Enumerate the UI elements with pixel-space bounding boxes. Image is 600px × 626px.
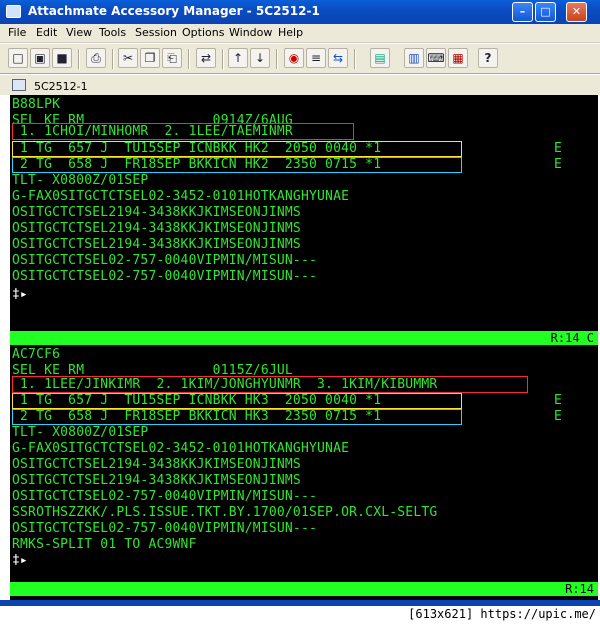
arrow-down-icon[interactable]: ↓ bbox=[250, 48, 270, 68]
terminal-line: B88LPK bbox=[12, 97, 61, 112]
terminal-line: OSITGCTCTSEL2194-3438KKJKIMSEONJINMS bbox=[12, 473, 301, 488]
minimize-button[interactable]: – bbox=[512, 2, 533, 22]
session-tab-bar: 5C2512-1 bbox=[0, 75, 600, 95]
menu-tools[interactable]: Tools bbox=[99, 26, 126, 39]
terminal-line: OSITGCTCTSEL2194-3438KKJKIMSEONJINMS bbox=[12, 457, 301, 472]
help-pointer-icon[interactable]: ? bbox=[478, 48, 498, 68]
terminal-flag: E bbox=[554, 157, 562, 172]
status-bar: R:14 C bbox=[10, 331, 598, 345]
connect-icon[interactable]: ⇄ bbox=[196, 48, 216, 68]
terminal-flag: E bbox=[554, 409, 562, 424]
row-column-indicator: R:14 C bbox=[550, 331, 594, 345]
terminal-flag: E bbox=[554, 393, 562, 408]
menu-help[interactable]: Help bbox=[278, 26, 303, 39]
notes-icon[interactable]: ▥ bbox=[404, 48, 424, 68]
print-icon[interactable]: ⎙ bbox=[86, 48, 106, 68]
stop-icon[interactable]: ◉ bbox=[284, 48, 304, 68]
terminal-line: 1 TG 657 J TU15SEP ICNBKK HK3 2050 0040 … bbox=[12, 393, 382, 408]
terminal-line: 2 TG 658 J FR18SEP BKKICN HK3 2350 0715 … bbox=[12, 409, 382, 424]
terminal-line: 1 TG 657 J TU15SEP ICNBKK HK2 2050 0040 … bbox=[12, 141, 382, 156]
window-title: Attachmate Accessory Manager - 5C2512-1 bbox=[28, 4, 320, 18]
terminal-line: OSITGCTCTSEL02-757-0040VIPMIN/MISUN--- bbox=[12, 269, 318, 284]
terminal-line: G-FAX0SITGCTCTSEL02-3452-0101HOTKANGHYUN… bbox=[12, 441, 350, 456]
terminal-line: OSITGCTCTSEL2194-3438KKJKIMSEONJINMS bbox=[12, 205, 301, 220]
title-bar[interactable]: Attachmate Accessory Manager - 5C2512-1 … bbox=[0, 0, 600, 24]
status-bar: R:14 bbox=[10, 582, 598, 596]
menu-window[interactable]: Window bbox=[229, 26, 272, 39]
terminal-flag: E bbox=[554, 141, 562, 156]
cut-icon[interactable]: ✂ bbox=[118, 48, 138, 68]
command-prompt[interactable]: ‡▸ bbox=[12, 553, 28, 569]
terminal-line: 1. 1CHOI/MINHOMR 2. 1LEE/TAEMINMR bbox=[12, 124, 293, 139]
terminal-line: AC7CF6 bbox=[12, 347, 61, 362]
image-caption: [613x621] https://upic.me/ bbox=[408, 607, 596, 621]
keyboard-icon[interactable]: ⌨ bbox=[426, 48, 446, 68]
toolbar-separator bbox=[188, 49, 190, 69]
toolbar-separator bbox=[276, 49, 278, 69]
screen-icon[interactable]: ▦ bbox=[448, 48, 468, 68]
paste-icon[interactable]: ⎗ bbox=[162, 48, 182, 68]
toolbar-separator bbox=[78, 49, 80, 69]
terminal-line: TLT- X0800Z/01SEP bbox=[12, 425, 149, 440]
terminal-line: G-FAX0SITGCTCTSEL02-3452-0101HOTKANGHYUN… bbox=[12, 189, 350, 204]
terminal-line: OSITGCTCTSEL02-757-0040VIPMIN/MISUN--- bbox=[12, 521, 318, 536]
terminal-line: 1. 1LEE/JINKIMR 2. 1KIM/JONGHYUNMR 3. 1K… bbox=[12, 377, 438, 392]
menu-view[interactable]: View bbox=[66, 26, 92, 39]
toolbar: □ ▣ ■ ⎙ ✂ ❐ ⎗ ⇄ ↑ ↓ ◉ ≡ ⇆ ▤ ▥ ⌨ ▦ ? bbox=[0, 44, 600, 74]
application-window: Attachmate Accessory Manager - 5C2512-1 … bbox=[0, 0, 600, 626]
calculator-icon[interactable]: ▤ bbox=[370, 48, 390, 68]
terminal-line: OSITGCTCTSEL2194-3438KKJKIMSEONJINMS bbox=[12, 221, 301, 236]
toolbar-separator bbox=[222, 49, 224, 69]
menu-edit[interactable]: Edit bbox=[36, 26, 57, 39]
session-tab-label: 5C2512-1 bbox=[34, 80, 88, 93]
printer-session-icon[interactable]: ≡ bbox=[306, 48, 326, 68]
copy-icon[interactable]: ❐ bbox=[140, 48, 160, 68]
terminal-line: SSROTHSZZKK/.PLS.ISSUE.TKT.BY.1700/01SEP… bbox=[12, 505, 438, 520]
menu-options[interactable]: Options bbox=[182, 26, 224, 39]
command-prompt[interactable]: ‡▸ bbox=[12, 287, 28, 303]
toolbar-separator bbox=[354, 49, 356, 69]
terminal-line: OSITGCTCTSEL02-757-0040VIPMIN/MISUN--- bbox=[12, 253, 318, 268]
save-icon[interactable]: ■ bbox=[52, 48, 72, 68]
session-tab[interactable]: 5C2512-1 bbox=[10, 77, 130, 95]
toolbar-separator bbox=[112, 49, 114, 69]
open-folder-icon[interactable]: ▣ bbox=[30, 48, 50, 68]
row-column-indicator: R:14 bbox=[565, 582, 594, 596]
menu-bar: File Edit View Tools Session Options Win… bbox=[0, 24, 600, 43]
terminal-screen[interactable]: B88LPK SEL KE RM 0914Z/6AUG 1. 1CHOI/MIN… bbox=[10, 95, 598, 600]
window-frame bbox=[0, 600, 600, 606]
terminal-line: RMKS-SPLIT 01 TO AC9WNF bbox=[12, 537, 197, 552]
maximize-button[interactable]: □ bbox=[535, 2, 556, 22]
terminal-line: 2 TG 658 J FR18SEP BKKICN HK2 2350 0715 … bbox=[12, 157, 382, 172]
app-icon bbox=[6, 5, 21, 18]
new-document-icon[interactable]: □ bbox=[8, 48, 28, 68]
arrow-up-icon[interactable]: ↑ bbox=[228, 48, 248, 68]
terminal-icon bbox=[12, 79, 26, 91]
transfer-icon[interactable]: ⇆ bbox=[328, 48, 348, 68]
menu-file[interactable]: File bbox=[8, 26, 26, 39]
terminal-line: OSITGCTCTSEL2194-3438KKJKIMSEONJINMS bbox=[12, 237, 301, 252]
terminal-line: TLT- X0800Z/01SEP bbox=[12, 173, 149, 188]
menu-session[interactable]: Session bbox=[135, 26, 177, 39]
close-button[interactable]: ✕ bbox=[566, 2, 587, 22]
terminal-line: OSITGCTCTSEL02-757-0040VIPMIN/MISUN--- bbox=[12, 489, 318, 504]
